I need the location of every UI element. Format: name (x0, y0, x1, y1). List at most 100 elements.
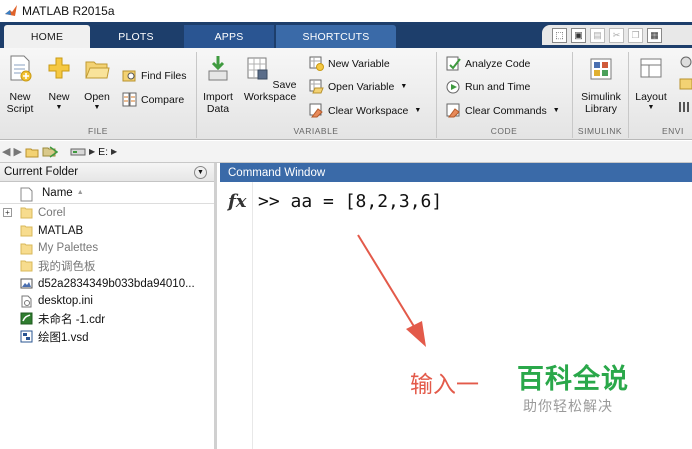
find-files-button[interactable]: Find Files (122, 68, 187, 83)
simulink-library-label-1: Simulink (581, 91, 621, 103)
visio-file-icon (20, 330, 38, 343)
list-item-label: 绘图1.vsd (38, 331, 89, 344)
command-window-header: Command Window (220, 163, 692, 182)
list-item[interactable]: My Palettes (0, 239, 214, 257)
preferences-gear-icon[interactable] (676, 56, 692, 116)
list-item[interactable]: 我的调色板 (0, 257, 214, 275)
open-label: Open (84, 91, 110, 103)
run-and-time-icon (446, 80, 460, 94)
back-arrow-icon[interactable]: ◀ (2, 145, 10, 158)
tab-home-label: HOME (30, 30, 64, 43)
folder-icon (20, 259, 38, 272)
new-variable-label: New Variable (328, 57, 390, 70)
current-folder-panel: Current Folder ▼ Name ▲ + Corel MATLAB My P… (0, 163, 217, 449)
code-section-label: CODE (490, 126, 518, 136)
forward-arrow-icon[interactable]: ▶ (13, 145, 21, 158)
layout-button[interactable]: Layout ▼ (632, 54, 670, 113)
tab-shortcuts[interactable]: SHORTCUTS (276, 25, 396, 48)
open-variable-icon (309, 79, 324, 94)
watermark-title: 百科全说 (517, 364, 629, 395)
tab-plots-label: PLOTS (118, 30, 154, 43)
open-dropdown-icon: ▼ (93, 104, 101, 111)
import-data-label-2: Data (206, 103, 230, 115)
save-workspace-button[interactable]: Save Workspace (241, 54, 299, 103)
save-workspace-label-2: Workspace (243, 91, 297, 103)
open-variable-dropdown-icon[interactable]: ▼ (400, 83, 407, 90)
new-label: New (48, 91, 70, 103)
analyze-code-label: Analyze Code (465, 57, 531, 70)
title-bar: MATLAB R2015a (0, 0, 692, 22)
toolstrip-ribbon: New Script New ▼ Open ▼ Find Files Compa… (0, 48, 692, 140)
clear-commands-dropdown-icon[interactable]: ▼ (553, 107, 560, 114)
list-item[interactable]: 绘图1.vsd (0, 328, 214, 346)
new-script-label-1: New (9, 91, 31, 103)
paste-icon[interactable]: ▦ (647, 27, 662, 43)
list-item[interactable]: MATLAB (0, 222, 214, 240)
new-script-button[interactable]: New Script (4, 54, 36, 115)
path-drive[interactable]: E: (98, 146, 108, 158)
open-variable-button[interactable]: Open Variable ▼ (309, 79, 407, 94)
tab-home[interactable]: HOME (4, 25, 90, 48)
cut-icon[interactable]: ✂ (609, 27, 624, 43)
import-data-label-1: Import (203, 91, 233, 103)
function-browser-icon[interactable]: fx (228, 191, 246, 212)
clear-workspace-label: Clear Workspace (328, 104, 409, 117)
list-item-label: 我的调色板 (38, 260, 96, 273)
tab-plots[interactable]: PLOTS (92, 25, 180, 48)
name-column-header[interactable]: Name ▲ (0, 182, 214, 204)
tab-apps[interactable]: APPS (184, 25, 274, 48)
import-data-icon (208, 56, 228, 81)
simulink-library-label-2: Library (584, 103, 618, 115)
variable-section-label: VARIABLE (293, 126, 339, 136)
analyze-code-button[interactable]: Analyze Code (446, 56, 530, 71)
list-item[interactable]: + Corel (0, 204, 214, 222)
open-button[interactable]: Open ▼ (80, 54, 114, 113)
new-button[interactable]: New ▼ (42, 54, 76, 113)
compare-button[interactable]: Compare (122, 92, 184, 107)
list-item[interactable]: desktop.ini (0, 292, 214, 310)
environment-section-label: ENVI (662, 126, 684, 136)
save-workspace-label-1: Save (272, 79, 297, 91)
list-item-label: d52a2834349b033bda94010... (38, 277, 195, 290)
red-pointer-arrow-icon (357, 234, 426, 347)
layout-label: Layout (635, 91, 667, 103)
path-separator-icon[interactable]: ▶ (111, 147, 117, 156)
clear-commands-icon (446, 103, 460, 118)
clear-commands-button[interactable]: Clear Commands ▼ (446, 103, 560, 118)
drive-icon[interactable] (70, 146, 86, 158)
up-folder-icon[interactable] (25, 146, 39, 158)
simulink-library-button[interactable]: Simulink Library (577, 54, 625, 115)
run-and-time-button[interactable]: Run and Time (446, 79, 530, 94)
watermark-subtitle: 助你轻松解决 (523, 399, 613, 415)
browse-folder-icon[interactable] (42, 145, 58, 158)
file-section-label: FILE (88, 126, 108, 136)
new-plus-icon (48, 57, 70, 79)
expand-icon[interactable]: + (3, 208, 12, 217)
save-icon[interactable]: ▣ (571, 27, 586, 43)
list-item-label: 未命名 -1.cdr (38, 313, 106, 326)
command-window[interactable]: Command Window fx >> aa = [8,2,3,6] 输入一 … (220, 163, 692, 449)
copy-icon[interactable]: ❐ (628, 27, 643, 43)
list-item[interactable]: 未命名 -1.cdr (0, 310, 214, 328)
simulink-section-label: SIMULINK (577, 126, 623, 136)
clear-workspace-dropdown-icon[interactable]: ▼ (414, 107, 421, 114)
command-line[interactable]: >> aa = [8,2,3,6] (258, 191, 442, 212)
new-script-icon (10, 55, 32, 82)
matlab-logo-icon (5, 5, 17, 16)
panel-actions-icon[interactable]: ▼ (194, 166, 207, 179)
new-variable-button[interactable]: New Variable (309, 56, 390, 71)
command-gutter (252, 182, 253, 449)
clear-workspace-button[interactable]: Clear Workspace ▼ (309, 103, 421, 118)
image-file-icon (20, 277, 38, 290)
clear-workspace-icon (309, 103, 323, 118)
folder-icon (20, 224, 38, 237)
layout-icon (640, 58, 662, 78)
path-separator-icon[interactable]: ▶ (89, 147, 95, 156)
disk-icon[interactable]: ▤ (590, 27, 605, 43)
analyze-code-icon (446, 56, 461, 71)
list-item[interactable]: d52a2834349b033bda94010... (0, 275, 214, 293)
undock-icon[interactable]: ⬚ (552, 27, 567, 43)
current-folder-title: Current Folder (4, 166, 79, 178)
import-data-button[interactable]: Import Data (200, 54, 236, 115)
open-folder-icon (85, 61, 110, 79)
